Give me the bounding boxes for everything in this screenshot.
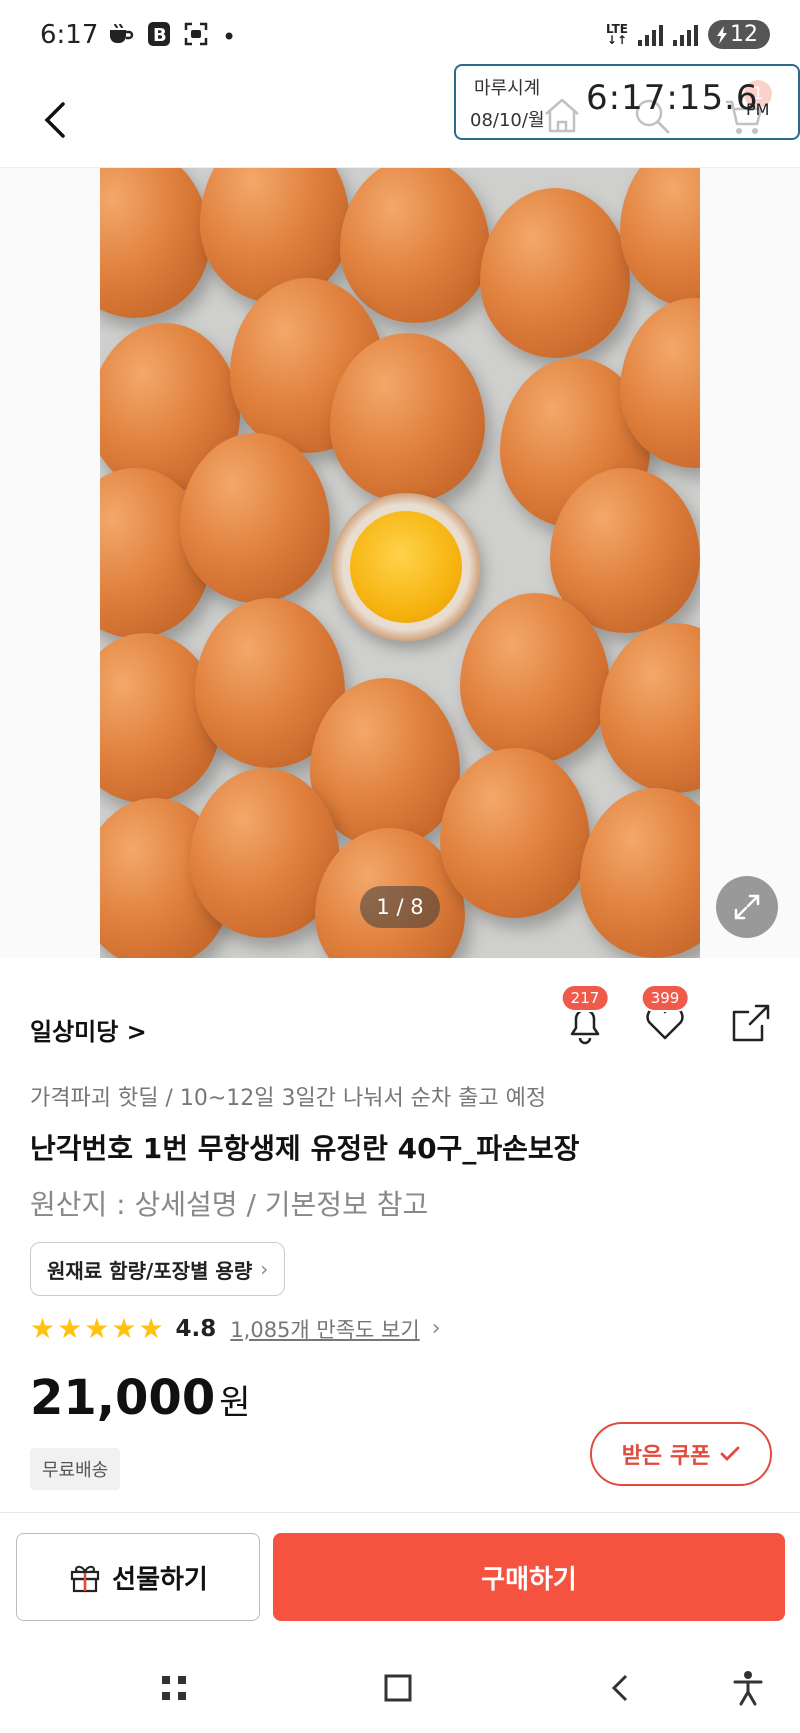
lte-icon: LTE ↓↑ (605, 21, 628, 47)
gift-button[interactable]: 선물하기 (16, 1533, 260, 1621)
expand-icon (734, 894, 760, 920)
clock-ampm: PM (746, 100, 770, 119)
signal-icon-2 (673, 24, 698, 46)
back-arrow-icon (44, 102, 65, 138)
back-nav-icon (611, 1674, 628, 1702)
star-icon: ★ (30, 1312, 56, 1345)
accessibility-button[interactable] (728, 1668, 768, 1708)
system-navigation-bar (0, 1640, 800, 1733)
home-nav-button[interactable] (378, 1668, 418, 1708)
clock-app-label: 마루시계 (474, 78, 541, 99)
review-link[interactable]: 1,085개 만족도 보기 (230, 1314, 419, 1344)
star-icon: ★ (111, 1312, 137, 1345)
chevron-right-icon: › (260, 1257, 269, 1281)
divider (0, 1512, 800, 1513)
price-unit: 원 (219, 1383, 251, 1423)
floating-clock-widget[interactable]: 마루시계 08/10/월 6:17:15.6 PM (454, 64, 800, 140)
svg-text:B: B (153, 25, 167, 46)
product-photo (100, 168, 700, 958)
ingredient-info-button[interactable]: 원재료 함량/포장별 용량 › (30, 1242, 286, 1296)
status-system-icons: LTE ↓↑ 12 (606, 20, 770, 49)
gift-icon (71, 1565, 100, 1593)
share-button[interactable] (726, 998, 776, 1048)
b-app-icon: B (148, 22, 170, 51)
buy-label: 구매하기 (481, 1564, 577, 1595)
clock-time: 6:17:15.6 (586, 78, 759, 118)
price-amount: 21,000 (30, 1370, 216, 1426)
notification-dot: • (222, 22, 237, 51)
ingredient-info-label: 원재료 함량/포장별 용량 (47, 1258, 253, 1283)
price: 21,000 원 (30, 1370, 251, 1426)
star-icon: ★ (138, 1312, 164, 1345)
restock-alert-button[interactable]: 217 (560, 984, 610, 1048)
rating-score: 4.8 (175, 1315, 217, 1342)
signal-icon (638, 24, 663, 46)
clock-date: 08/10/월 (470, 110, 545, 131)
image-page-indicator: 1 / 8 (360, 886, 440, 928)
back-nav-button[interactable] (600, 1668, 640, 1708)
check-icon (720, 1446, 740, 1461)
back-button[interactable] (30, 92, 80, 148)
status-time: 6:17 (40, 20, 99, 50)
recent-apps-icon (162, 1676, 186, 1700)
seller-row: 일상미당 > 217 399 (0, 958, 800, 1078)
accessibility-icon (733, 1671, 763, 1706)
share-icon (732, 1004, 770, 1042)
like-button[interactable]: 399 (640, 984, 690, 1048)
coffee-icon (108, 22, 134, 51)
star-icon: ★ (84, 1312, 110, 1345)
square-home-icon (384, 1674, 412, 1702)
chevron-right-icon: › (431, 1316, 441, 1341)
alert-count-badge: 217 (560, 984, 610, 1012)
battery-icon: 12 (708, 20, 770, 49)
seller-link[interactable]: 일상미당 > (30, 1012, 147, 1047)
product-title: 난각번호 1번 무항생제 유정란 40구_파손보장 (30, 1132, 580, 1165)
rating-stars: ★ ★ ★ ★ ★ (30, 1312, 164, 1345)
status-notification-icons: B • (108, 22, 236, 51)
rating-row: ★ ★ ★ ★ ★ 4.8 1,085개 만족도 보기 › (30, 1312, 441, 1345)
recent-apps-button[interactable] (154, 1668, 194, 1708)
star-icon: ★ (57, 1312, 83, 1345)
like-count-badge: 399 (640, 984, 690, 1012)
product-image-carousel[interactable]: 1 / 8 (0, 168, 800, 958)
buy-button[interactable]: 구매하기 (273, 1533, 785, 1621)
promo-text: 가격파괴 핫딜 / 10~12일 3일간 나눠서 순차 출고 예정 (30, 1086, 547, 1111)
status-bar: 6:17 B • LTE ↓↑ 12 (0, 0, 800, 72)
free-shipping-badge: 무료배송 (30, 1448, 121, 1490)
coupon-label: 받은 쿠폰 (621, 1444, 711, 1469)
origin-text: 원산지 : 상세설명 / 기본정보 참고 (30, 1188, 429, 1221)
expand-image-button[interactable] (716, 876, 778, 938)
cracked-egg (332, 493, 480, 641)
battery-level: 12 (730, 22, 758, 47)
gift-label: 선물하기 (112, 1564, 208, 1595)
screenshot-icon (184, 22, 208, 51)
received-coupon-button[interactable]: 받은 쿠폰 (590, 1422, 772, 1486)
